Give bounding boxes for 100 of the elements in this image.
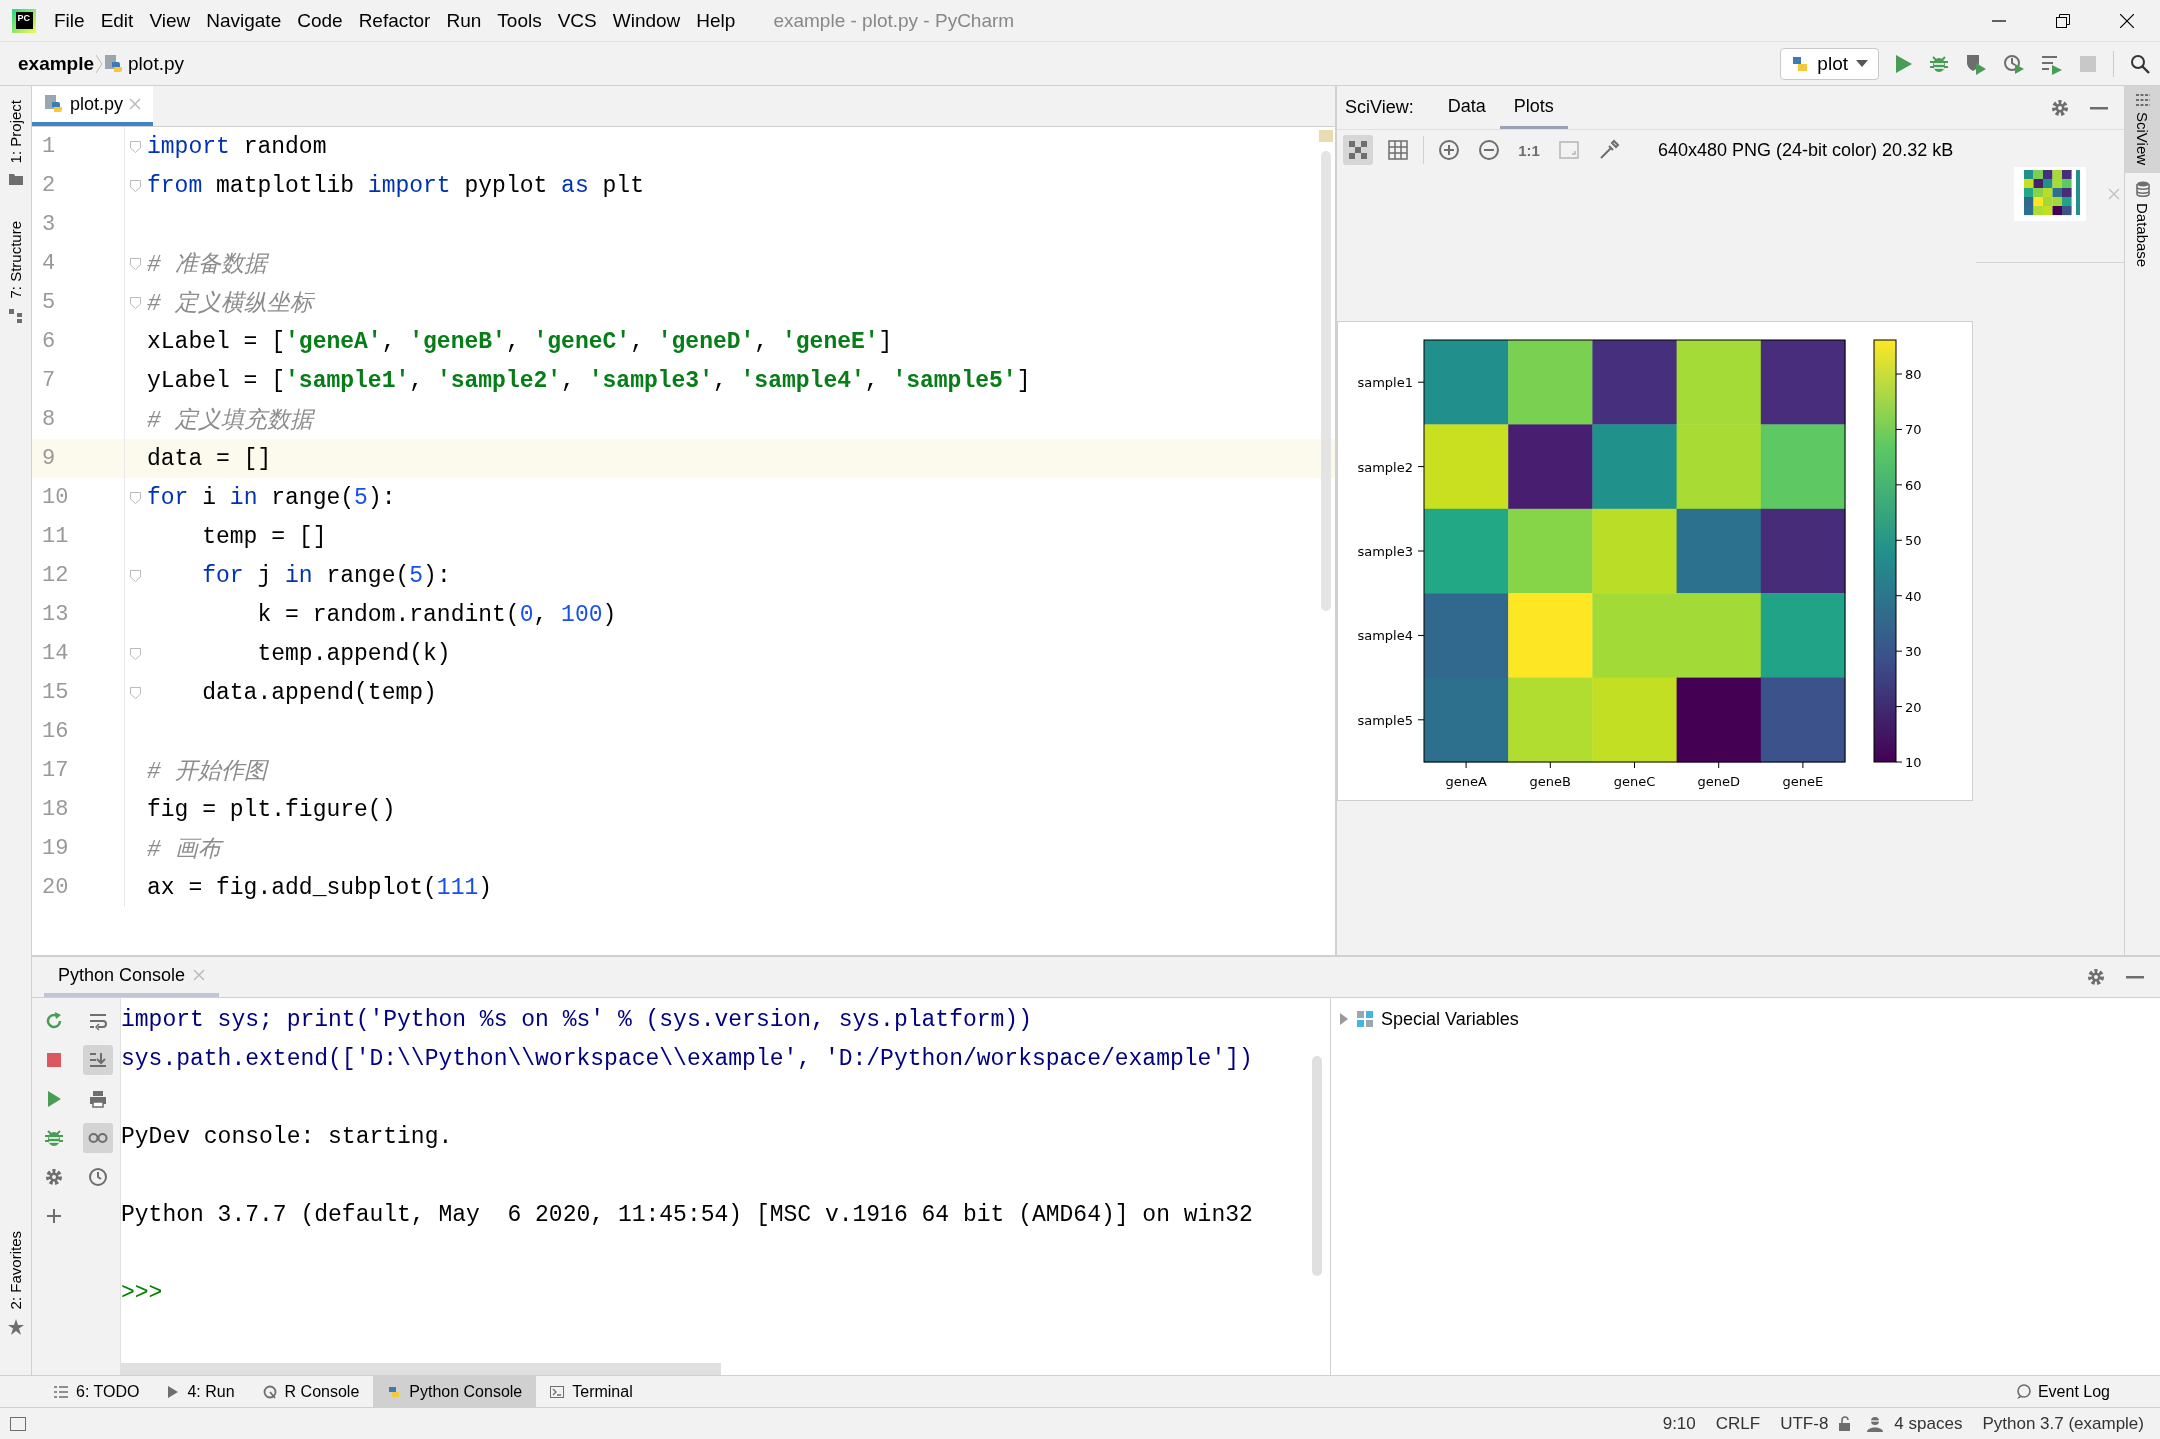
tool-window-button[interactable]: 6: TODO xyxy=(40,1376,154,1407)
output-text: Python 3.7.7 (default, May 6 2020, 11:45:54) [MSC v.1916 64 bit (AMD64)] on win32 xyxy=(121,1201,1253,1228)
menu-item[interactable]: Navigate xyxy=(198,5,290,36)
fold-marker-icon[interactable] xyxy=(130,569,141,582)
panel-title: SciView: xyxy=(1345,97,1414,118)
menu-item[interactable]: View xyxy=(141,5,199,36)
restore-icon[interactable] xyxy=(2056,13,2070,28)
menu-item[interactable]: Edit xyxy=(92,5,142,36)
x-axis-label: geneB xyxy=(1529,774,1571,789)
rerun-icon[interactable] xyxy=(44,1011,64,1031)
settings-icon[interactable] xyxy=(2050,97,2070,118)
menu-item[interactable]: Window xyxy=(604,5,689,36)
cursor-position[interactable]: 9:10 xyxy=(1652,1413,1706,1434)
tool-window-button[interactable]: 4: Run xyxy=(153,1376,249,1407)
tool-window-button[interactable]: Terminal xyxy=(536,1376,647,1407)
close-icon[interactable] xyxy=(2120,13,2134,28)
warning-marker[interactable] xyxy=(1319,130,1333,142)
expand-arrow-icon[interactable] xyxy=(1339,1013,1349,1025)
minimize-icon[interactable] xyxy=(2126,975,2144,979)
run-icon[interactable] xyxy=(1895,53,1913,74)
inspector-icon[interactable] xyxy=(1866,1415,1885,1432)
fold-marker-icon[interactable] xyxy=(130,491,141,504)
tool-window-tab[interactable]: Database xyxy=(2125,173,2160,276)
variables-icon xyxy=(1357,1011,1373,1027)
layout-icon[interactable] xyxy=(10,1416,26,1431)
menu-item[interactable]: Run xyxy=(438,5,490,36)
profile-icon[interactable] xyxy=(2003,52,2025,75)
scrollbar[interactable] xyxy=(1321,151,1331,611)
caret-icon xyxy=(1856,59,1868,68)
tool-window-button[interactable]: R Console xyxy=(248,1376,374,1407)
file-encoding[interactable]: UTF-8 xyxy=(1770,1413,1839,1434)
bug-icon[interactable] xyxy=(1929,53,1949,74)
frame-icon xyxy=(1559,141,1579,159)
search-icon[interactable] xyxy=(2130,53,2150,74)
settings-icon[interactable] xyxy=(2086,967,2106,987)
line-number: 4 xyxy=(41,251,57,276)
tool-window-tab[interactable]: 2: Favorites xyxy=(7,1224,24,1315)
run-config-dropdown[interactable]: plot xyxy=(1780,47,1879,80)
interpreter-setting[interactable]: Python 3.7 (example) xyxy=(1972,1413,2154,1434)
coverage-icon[interactable] xyxy=(1965,52,1987,75)
bug-icon[interactable] xyxy=(44,1128,64,1148)
line-number: 10 xyxy=(41,485,70,510)
stop-icon[interactable] xyxy=(44,1050,64,1070)
panel-tab[interactable]: Plots xyxy=(1499,86,1568,129)
actual-size-button[interactable]: 1:1 xyxy=(1514,135,1544,165)
scrollbar[interactable] xyxy=(1312,1056,1322,1276)
line-number: 20 xyxy=(41,875,70,900)
line-number: 6 xyxy=(41,329,57,354)
breadcrumb-file[interactable]: plot.py xyxy=(128,52,185,75)
plot-thumbnail[interactable] xyxy=(2014,167,2086,221)
colorbar-tick-label: 20 xyxy=(1905,699,1922,715)
fold-marker-icon[interactable] xyxy=(130,296,141,309)
code-line: import random xyxy=(146,133,327,160)
line-number: 8 xyxy=(41,407,57,432)
tool-window-button[interactable]: Python Console xyxy=(373,1376,537,1407)
line-separator[interactable]: CRLF xyxy=(1705,1413,1771,1434)
fold-marker-icon[interactable] xyxy=(130,140,141,153)
folder-icon xyxy=(8,173,23,186)
chevron-icon xyxy=(94,53,105,74)
add-icon[interactable] xyxy=(44,1206,64,1226)
menu-item[interactable]: Refactor xyxy=(350,5,439,36)
colorbar-tick-label: 70 xyxy=(1905,422,1922,438)
code-line: ax = fig.add_subplot(111) xyxy=(146,874,493,901)
tree-item[interactable]: Special Variables xyxy=(1381,1008,1519,1030)
menu-item[interactable]: File xyxy=(46,5,93,36)
menu-item[interactable]: Code xyxy=(289,5,351,36)
code-line: temp = [] xyxy=(201,523,327,550)
eyedropper-icon xyxy=(1600,140,1620,159)
code-line: temp.append(k) xyxy=(256,640,451,667)
settings-icon[interactable] xyxy=(44,1167,64,1187)
x-axis-label: geneC xyxy=(1613,774,1656,789)
panel-tab[interactable]: Data xyxy=(1433,86,1500,129)
fit-button[interactable] xyxy=(1343,135,1373,165)
event-log-button[interactable]: Event Log xyxy=(2009,1381,2116,1402)
database-icon xyxy=(2135,181,2150,198)
code-line: # 定义横纵坐标 xyxy=(146,289,313,318)
tool-window-tab[interactable]: 7: Structure xyxy=(7,215,24,305)
fold-marker-icon[interactable] xyxy=(130,179,141,192)
tool-window-tab[interactable]: 1: Project xyxy=(7,94,24,170)
scrollbar[interactable] xyxy=(121,1363,721,1375)
code-line: xLabel = ['geneA', 'geneB', 'geneC', 'geneD', 'geneE'] xyxy=(146,328,893,355)
editor-tab[interactable]: plot.py xyxy=(32,86,154,126)
menu-item[interactable]: Help xyxy=(688,5,744,36)
minimize-icon[interactable] xyxy=(2090,105,2108,110)
fold-marker-icon[interactable] xyxy=(130,647,141,660)
indent-setting[interactable]: 4 spaces xyxy=(1884,1413,1973,1434)
fold-marker-icon[interactable] xyxy=(130,686,141,699)
line-number: 7 xyxy=(41,368,57,393)
line-number: 15 xyxy=(41,680,70,705)
r-console-icon xyxy=(262,1384,277,1399)
unlock-icon[interactable] xyxy=(1838,1415,1853,1432)
python-icon xyxy=(1791,54,1810,73)
line-number: 18 xyxy=(41,797,70,822)
menu-item[interactable]: VCS xyxy=(549,5,605,36)
breadcrumb-project[interactable]: example xyxy=(18,52,95,75)
fold-marker-icon[interactable] xyxy=(130,257,141,270)
image-info: 640x480 PNG (24-bit color) 20.32 kB xyxy=(1658,139,1954,161)
menu-item[interactable]: Tools xyxy=(489,5,550,36)
tool-window-tab[interactable]: SciView xyxy=(2125,86,2160,174)
code-line: yLabel = ['sample1', 'sample2', 'sample3', 'sample4', 'sample5'] xyxy=(146,367,1031,394)
